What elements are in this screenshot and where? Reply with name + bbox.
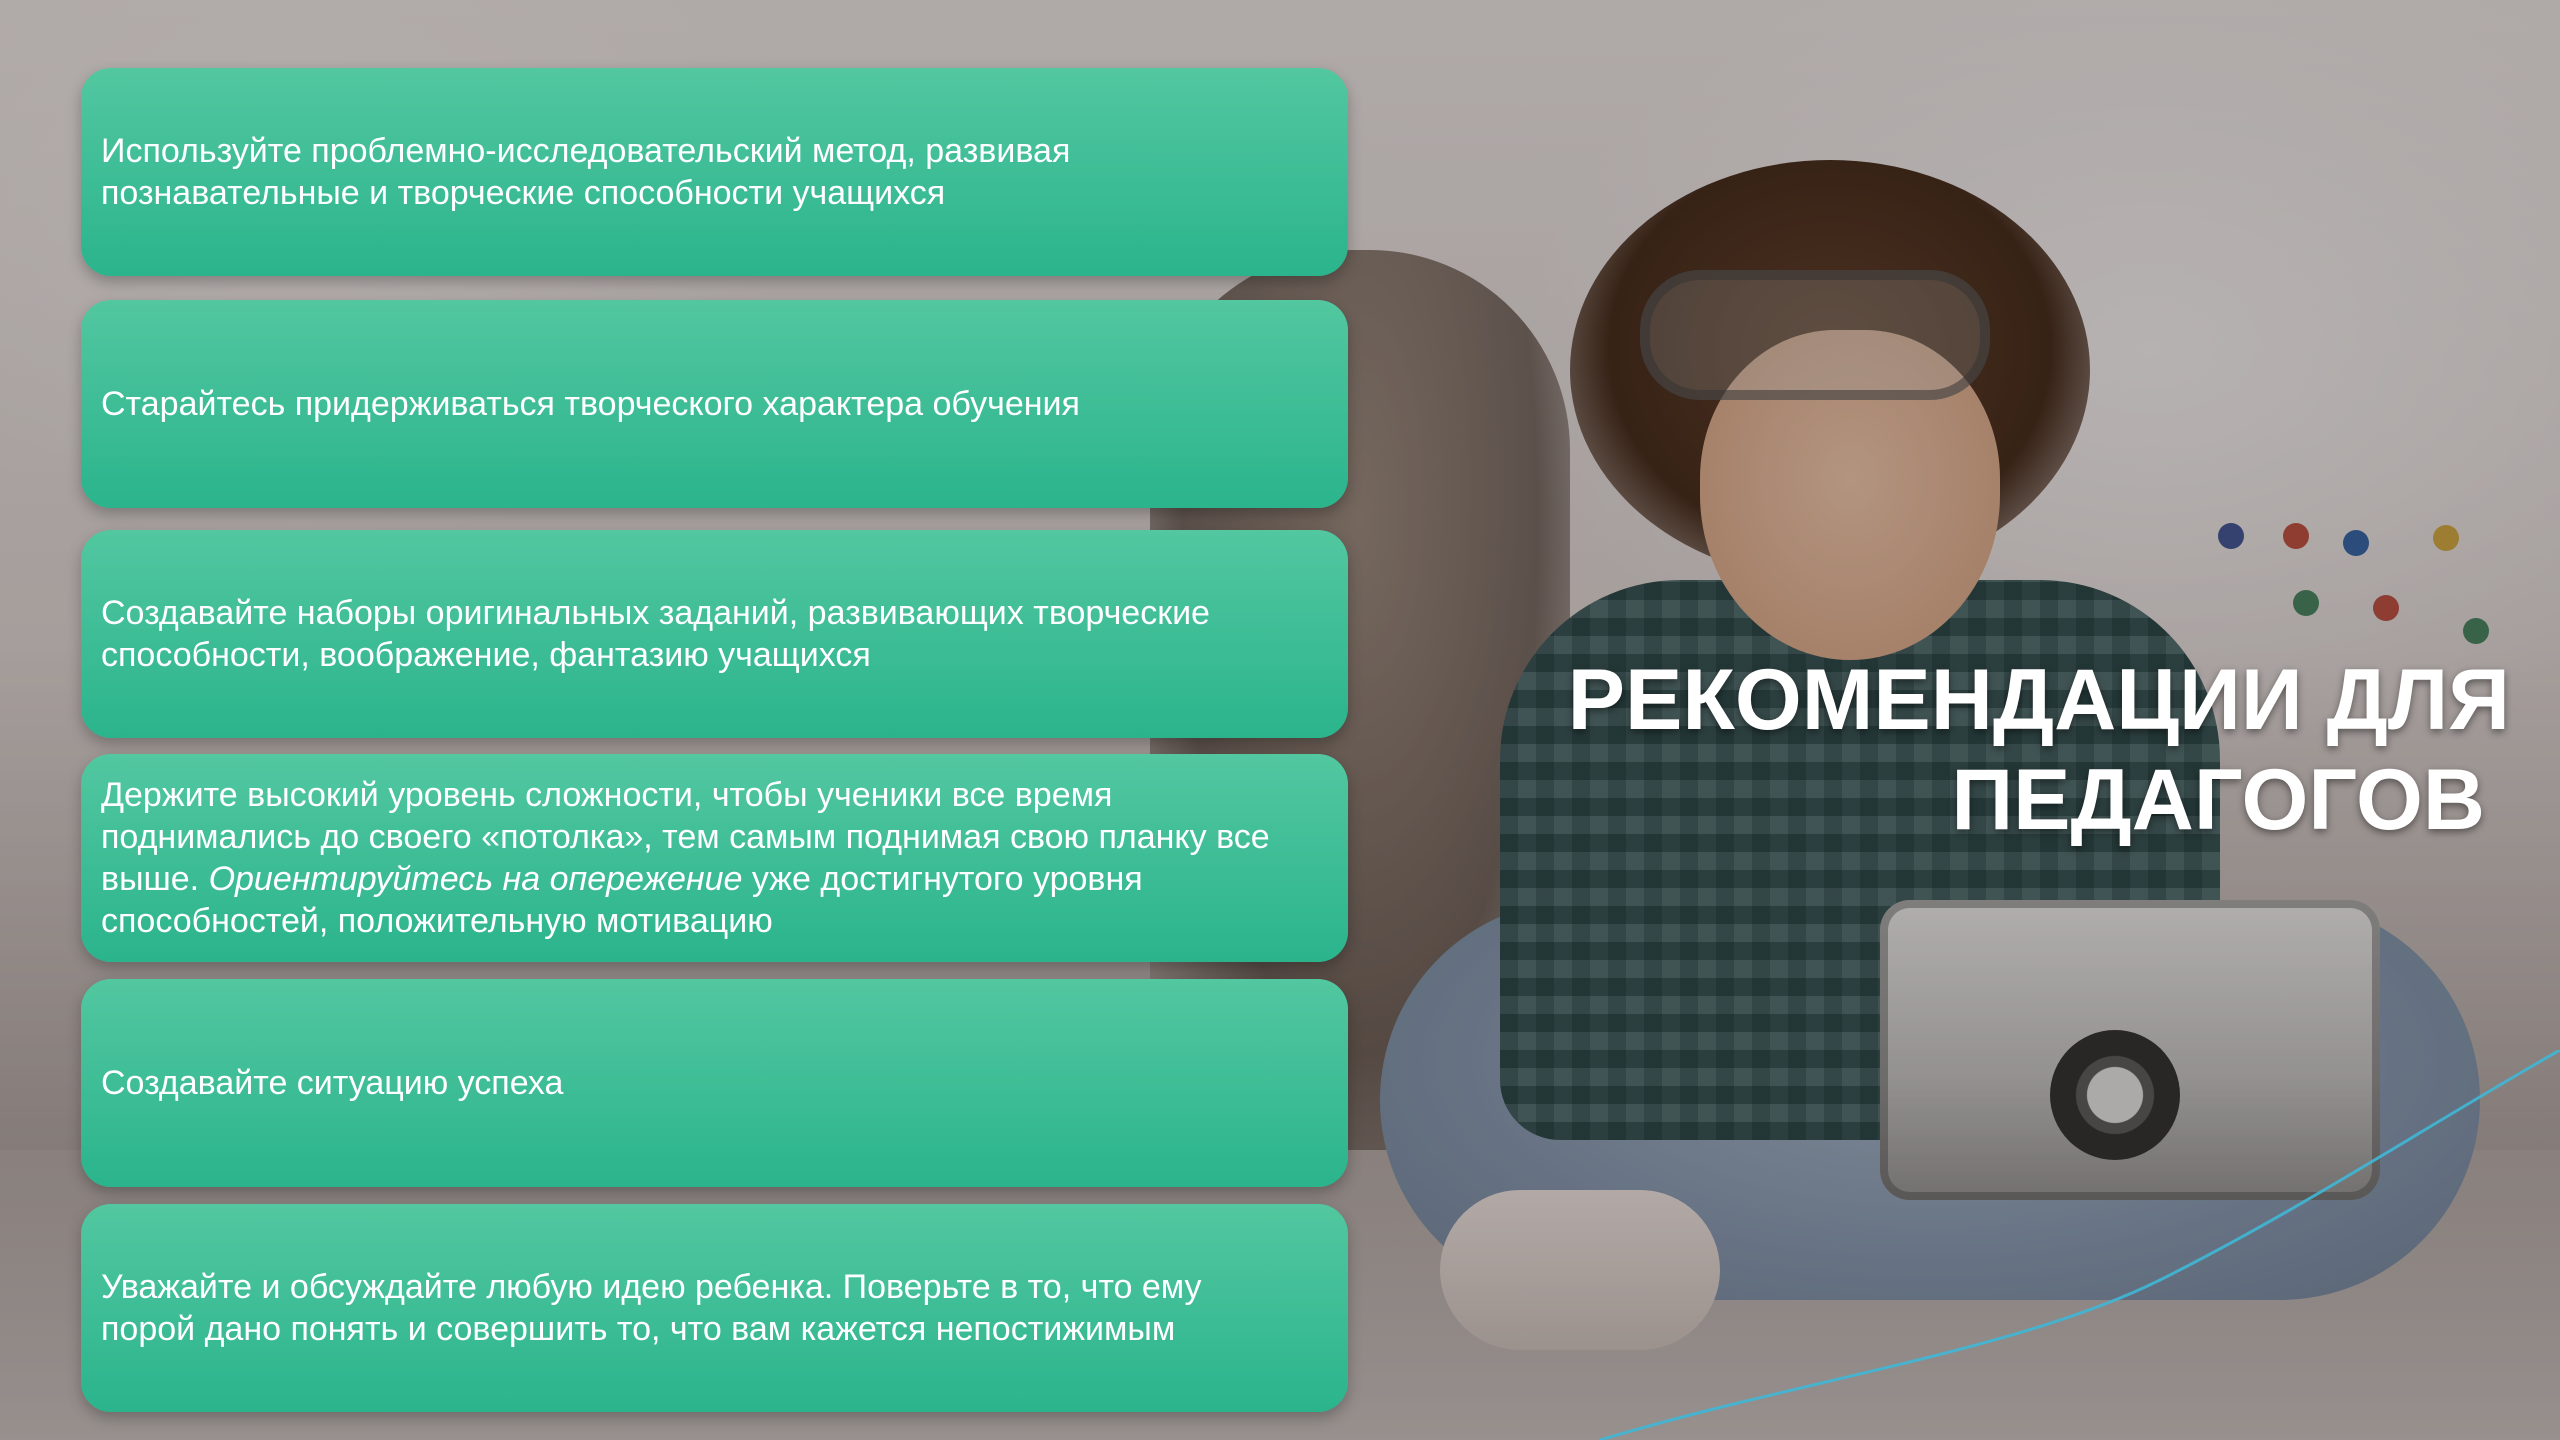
recommendation-text: Используйте проблемно-исследовательский … — [101, 132, 1071, 212]
recommendation-text: Уважайте и обсуждайте любую идею ребенка… — [101, 1268, 1202, 1348]
recommendation-text: Создавайте ситуацию успеха — [101, 1064, 564, 1102]
slide-title: РЕКОМЕНДАЦИИ ДЛЯ ПЕДАГОГОВ — [1510, 650, 2510, 850]
slide-title-line1: РЕКОМЕНДАЦИИ ДЛЯ — [1567, 652, 2510, 748]
recommendation-text: Старайтесь придерживаться творческого ха… — [101, 385, 1080, 423]
recommendation-card: Старайтесь придерживаться творческого ха… — [81, 300, 1348, 508]
recommendation-text: Держите высокий уровень сложности, чтобы… — [101, 774, 1291, 942]
recommendation-card: Создавайте ситуацию успеха — [81, 979, 1348, 1187]
recommendation-text-emphasis: Ориентируйтесь на опережение — [208, 860, 743, 898]
decorative-line — [1600, 1050, 2560, 1440]
recommendation-card: Создавайте наборы оригинальных заданий, … — [81, 530, 1348, 738]
slide: Используйте проблемно-исследовательский … — [0, 0, 2560, 1440]
recommendation-card: Держите высокий уровень сложности, чтобы… — [81, 754, 1348, 962]
recommendation-text: Создавайте наборы оригинальных заданий, … — [101, 594, 1210, 674]
recommendation-card: Уважайте и обсуждайте любую идею ребенка… — [81, 1204, 1348, 1412]
recommendation-card: Используйте проблемно-исследовательский … — [81, 68, 1348, 276]
slide-title-line2: ПЕДАГОГОВ — [1951, 752, 2485, 848]
